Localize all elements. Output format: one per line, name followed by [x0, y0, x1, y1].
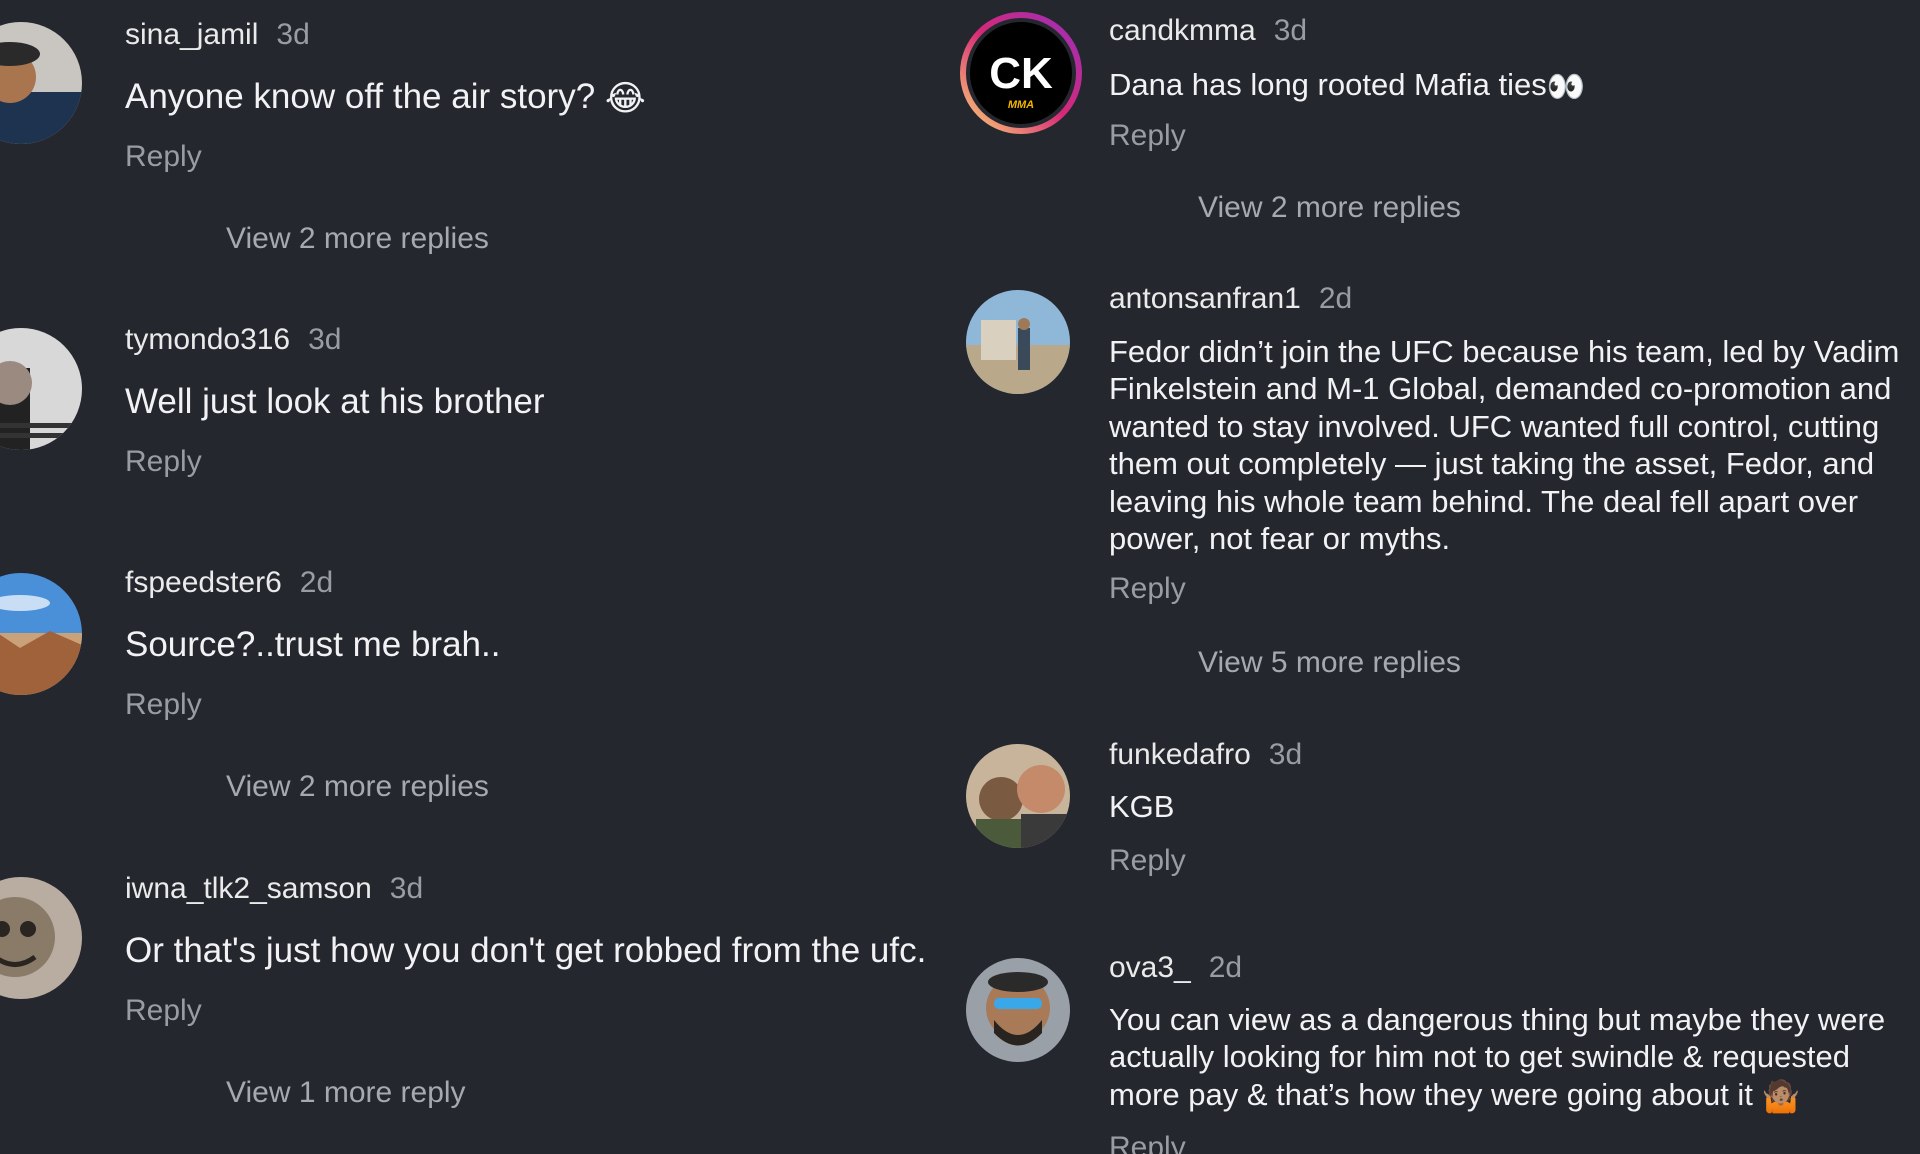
timestamp: 2d	[299, 566, 334, 599]
reply-button[interactable]: Reply	[1109, 1131, 1186, 1154]
avatar-logo-subtext: MMA	[1008, 99, 1034, 111]
reply-button[interactable]: Reply	[1109, 844, 1186, 878]
avatar-logo-text: CK	[989, 49, 1053, 98]
username[interactable]: fspeedster6	[125, 566, 282, 599]
comment-text: Source?..trust me brah..	[125, 625, 501, 664]
comment-header: iwna_tlk2_samson 3d	[125, 872, 423, 906]
avatar[interactable]	[966, 290, 1070, 394]
avatar[interactable]: CK MMA	[958, 10, 1084, 136]
username[interactable]: candkmma	[1109, 14, 1256, 47]
comment-header: antonsanfran1 2d	[1109, 282, 1352, 316]
comment-header: fspeedster6 2d	[125, 566, 333, 600]
reply-button[interactable]: Reply	[125, 140, 202, 174]
comment-header: sina_jamil 3d	[125, 18, 310, 52]
view-more-replies-button[interactable]: View 5 more replies	[1198, 646, 1461, 680]
timestamp: 3d	[308, 323, 342, 356]
view-more-replies-button[interactable]: View 2 more replies	[1198, 191, 1461, 225]
comment-text: Or that's just how you don't get robbed …	[125, 931, 927, 970]
timestamp: 3d	[389, 872, 424, 905]
avatar[interactable]	[0, 328, 82, 450]
avatar[interactable]	[0, 22, 82, 144]
reply-button[interactable]: Reply	[125, 445, 202, 479]
comment-text: KGB	[1109, 789, 1175, 824]
avatar[interactable]	[0, 573, 82, 695]
username[interactable]: antonsanfran1	[1109, 282, 1301, 315]
comment-text: Dana has long rooted Mafia ties👀	[1109, 66, 1585, 105]
reply-button[interactable]: Reply	[1109, 119, 1186, 153]
reply-button[interactable]: Reply	[125, 994, 202, 1028]
reply-button[interactable]: Reply	[1109, 572, 1186, 606]
comment-header: funkedafro 3d	[1109, 738, 1302, 772]
username[interactable]: ova3_	[1109, 951, 1191, 984]
timestamp: 3d	[1273, 14, 1308, 47]
reply-button[interactable]: Reply	[125, 688, 202, 722]
comment-header: ova3_ 2d	[1109, 951, 1242, 985]
comment-text: Anyone know off the air story? 😂	[125, 78, 646, 117]
avatar[interactable]	[966, 958, 1070, 1062]
view-more-replies-button[interactable]: View 2 more replies	[226, 770, 489, 804]
eyes-emoji-icon: 👀	[1546, 69, 1586, 105]
timestamp: 2d	[1318, 282, 1353, 315]
username[interactable]: tymondo316	[125, 323, 290, 356]
view-more-replies-button[interactable]: View 2 more replies	[226, 222, 489, 256]
shrug-emoji-icon: 🤷🏽	[1761, 1078, 1801, 1114]
timestamp: 3d	[276, 18, 310, 51]
comment-text: Well just look at his brother	[125, 382, 545, 421]
username[interactable]: funkedafro	[1109, 738, 1251, 771]
comments-screen: sina_jamil 3d Anyone know off the air sto…	[0, 0, 1920, 1154]
comment-header: candkmma 3d	[1109, 14, 1307, 48]
username[interactable]: iwna_tlk2_samson	[125, 872, 372, 905]
timestamp: 2d	[1208, 951, 1243, 984]
timestamp: 3d	[1268, 738, 1303, 771]
comment-text: Fedor didn’t join the UFC because his te…	[1109, 334, 1900, 557]
comment-body: Anyone know off the air story?	[125, 77, 596, 116]
avatar[interactable]	[966, 744, 1070, 848]
comment-header: tymondo316 3d	[125, 323, 342, 357]
laughing-emoji-icon: 😂	[604, 79, 646, 119]
comment-body: Dana has long rooted Mafia ties	[1109, 67, 1547, 102]
comment-text: You can view as a dangerous thing but ma…	[1109, 1001, 1920, 1115]
view-more-replies-button[interactable]: View 1 more reply	[226, 1076, 466, 1110]
username[interactable]: sina_jamil	[125, 18, 258, 51]
avatar[interactable]	[0, 877, 82, 999]
